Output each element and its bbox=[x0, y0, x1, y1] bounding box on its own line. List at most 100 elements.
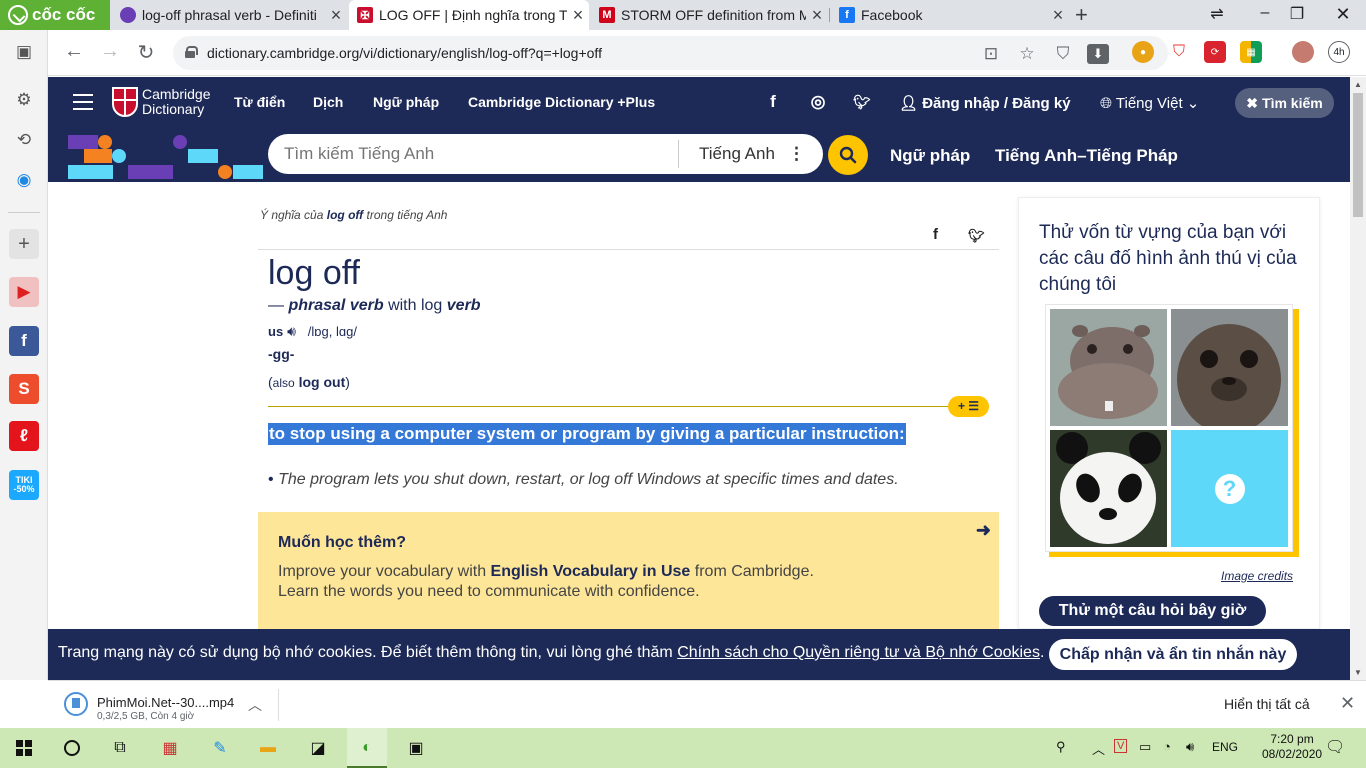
translate-icon[interactable]: ⊡ bbox=[980, 44, 1002, 64]
instagram-icon[interactable]: ◎ bbox=[808, 92, 828, 112]
scroll-up-arrow-icon[interactable]: ▲ bbox=[1354, 80, 1362, 89]
tab-facebook[interactable]: f Facebook × bbox=[831, 0, 1069, 30]
language-selector[interactable]: 🌐︎ Tiếng Việt ⌄ bbox=[1100, 94, 1199, 112]
extension-grid-icon[interactable]: ▦ bbox=[1240, 41, 1262, 63]
extension-chrome-icon[interactable]: ● bbox=[1132, 41, 1154, 63]
cambridge-shield-logo-icon[interactable] bbox=[112, 87, 138, 117]
settings-gear-icon[interactable]: ⚙ bbox=[9, 85, 39, 115]
coccoc-taskbar-icon[interactable]: ◐ bbox=[354, 735, 380, 761]
unikey-icon[interactable]: V bbox=[1114, 739, 1128, 753]
accept-cookies-button[interactable]: Chấp nhận và ẩn tin nhắn này bbox=[1049, 639, 1297, 670]
wifi-icon[interactable]: ◔ bbox=[1163, 739, 1171, 754]
tab-close-icon[interactable]: × bbox=[1047, 5, 1069, 26]
facebook-icon[interactable]: f bbox=[763, 92, 783, 112]
minimize-icon[interactable]: – bbox=[1250, 4, 1280, 22]
windows-start-icon[interactable] bbox=[11, 735, 37, 761]
add-panel-icon[interactable]: + bbox=[9, 229, 39, 259]
share-facebook-icon[interactable]: f bbox=[933, 226, 938, 243]
extension-timer-badge[interactable]: 4h bbox=[1328, 41, 1350, 63]
learn-more-box[interactable]: Muốn học thêm? Improve your vocabulary w… bbox=[258, 512, 999, 629]
share-twitter-icon[interactable]: 🐦︎ bbox=[968, 228, 985, 244]
arrow-right-icon[interactable]: ➜ bbox=[976, 520, 991, 541]
task-view-icon[interactable]: ⧉ bbox=[107, 735, 133, 761]
new-tab-plus-icon[interactable]: + bbox=[1075, 2, 1088, 28]
show-all-downloads-link[interactable]: Hiển thị tất cả bbox=[1224, 696, 1310, 712]
battery-icon[interactable]: ▭ bbox=[1139, 739, 1151, 755]
pos-with[interactable]: with log bbox=[388, 297, 442, 314]
menu-hamburger-icon[interactable] bbox=[73, 94, 93, 110]
extension-red-icon[interactable]: ⟳ bbox=[1204, 41, 1226, 63]
volume-icon[interactable]: 🔊︎ bbox=[1186, 739, 1194, 755]
tab-close-icon[interactable]: × bbox=[567, 5, 589, 26]
sidebar-toggle-icon[interactable]: ▣ bbox=[9, 37, 39, 67]
bookmark-star-icon[interactable]: ☆ bbox=[1016, 44, 1038, 64]
reload-icon[interactable]: ↻ bbox=[133, 40, 159, 65]
try-quiz-button[interactable]: Thử một câu hỏi bây giờ bbox=[1039, 596, 1266, 626]
nav-translate[interactable]: Dịch bbox=[313, 94, 343, 110]
tab-close-icon[interactable]: × bbox=[806, 5, 828, 26]
tray-chevron-up-icon[interactable]: ︿ bbox=[1092, 739, 1105, 758]
taskbar-tool-icon[interactable]: ✎ bbox=[207, 735, 233, 761]
youtube-icon[interactable]: ▶ bbox=[9, 277, 39, 307]
login-link[interactable]: 👤︎ Đăng nhập / Đăng ký bbox=[899, 94, 1071, 112]
quiz-image-hippo[interactable] bbox=[1050, 309, 1167, 426]
facebook-icon[interactable]: f bbox=[9, 326, 39, 356]
privacy-policy-link[interactable]: Chính sách cho Quyền riêng tư và Bộ nhớ … bbox=[677, 644, 1040, 661]
scroll-down-arrow-icon[interactable]: ▼ bbox=[1354, 668, 1362, 677]
search-input[interactable] bbox=[284, 134, 664, 174]
adblock-shield-icon[interactable]: ⛉ bbox=[1168, 41, 1190, 63]
audio-speaker-icon[interactable]: 🔊︎ bbox=[287, 323, 296, 339]
address-bar[interactable]: dictionary.cambridge.org/vi/dictionary/e… bbox=[173, 36, 1168, 70]
site-logo-text[interactable]: Cambridge Dictionary bbox=[142, 87, 210, 117]
back-arrow-icon[interactable]: ← bbox=[61, 40, 87, 63]
tab-storm-off[interactable]: M STORM OFF definition from M × bbox=[591, 0, 828, 30]
tab-log-off-definition[interactable]: log-off phrasal verb - Definiti × bbox=[112, 0, 347, 30]
grammar-link[interactable]: Ngữ pháp bbox=[890, 146, 970, 166]
tab-log-off-cambridge[interactable]: ✠ LOG OFF | Định nghĩa trong T × bbox=[349, 0, 589, 30]
taskbar-app2-icon[interactable]: ▣ bbox=[403, 735, 429, 761]
download-progress-icon[interactable] bbox=[64, 692, 88, 716]
forward-arrow-icon[interactable]: → bbox=[97, 40, 123, 63]
notifications-icon[interactable]: 🗨︎ bbox=[1325, 737, 1345, 757]
page-scrollbar[interactable]: ▲ ▼ bbox=[1350, 77, 1366, 680]
tab-close-icon[interactable]: × bbox=[325, 5, 347, 26]
download-filename[interactable]: PhimMoi.Net--30....mp4 bbox=[97, 695, 234, 710]
file-explorer-icon[interactable]: ▬ bbox=[255, 735, 281, 761]
quiz-image-seal[interactable] bbox=[1171, 309, 1288, 426]
close-window-icon[interactable]: ✕ bbox=[1328, 4, 1358, 25]
twitter-icon[interactable]: 🐦︎ bbox=[852, 94, 872, 111]
tab-search-icon[interactable]: ⇌ bbox=[1202, 4, 1232, 24]
shopee-icon[interactable]: S bbox=[9, 374, 39, 404]
also-word[interactable]: log out bbox=[299, 374, 346, 390]
lazada-icon[interactable]: ℓ bbox=[9, 421, 39, 451]
taskbar-app-icon[interactable]: ▦ bbox=[157, 735, 183, 761]
nav-dictionary[interactable]: Từ điển bbox=[234, 94, 285, 110]
quiz-image-panda[interactable] bbox=[1050, 430, 1167, 547]
profile-avatar[interactable] bbox=[1292, 41, 1314, 63]
system-clock[interactable]: 7:20 pm 08/02/2020 bbox=[1262, 732, 1322, 762]
nav-grammar[interactable]: Ngữ pháp bbox=[373, 94, 439, 110]
scrollbar-thumb[interactable] bbox=[1353, 93, 1363, 217]
header-search-button[interactable]: ✖ Tìm kiếm bbox=[1235, 88, 1334, 118]
add-to-list-button[interactable]: + ☰ bbox=[948, 396, 989, 417]
download-icon[interactable]: ⬇ bbox=[1087, 44, 1109, 64]
url-text[interactable]: dictionary.cambridge.org/vi/dictionary/e… bbox=[207, 45, 602, 61]
quiz-image-grid[interactable]: ? bbox=[1045, 304, 1293, 552]
input-language[interactable]: ENG bbox=[1212, 740, 1238, 754]
search-submit-button[interactable] bbox=[828, 135, 868, 175]
history-icon[interactable]: ⟲ bbox=[9, 125, 39, 155]
sticky-notes-icon[interactable]: ◪ bbox=[305, 735, 331, 761]
coccoc-menu-button[interactable]: cốc cốc bbox=[0, 0, 110, 30]
messenger-icon[interactable]: ◉ bbox=[9, 165, 39, 195]
restore-icon[interactable]: ❐ bbox=[1282, 4, 1312, 24]
english-french-link[interactable]: Tiếng Anh–Tiếng Pháp bbox=[995, 146, 1178, 166]
people-icon[interactable]: ⚲ bbox=[1056, 739, 1066, 755]
shield-icon[interactable]: ⛉ bbox=[1052, 44, 1074, 64]
image-credits-link[interactable]: Image credits bbox=[1221, 569, 1293, 583]
chevron-up-icon[interactable]: ︿ bbox=[248, 695, 262, 715]
quiz-image-question[interactable]: ? bbox=[1171, 430, 1288, 547]
dictionary-selector[interactable]: Tiếng Anh ⋮ bbox=[678, 140, 823, 168]
tiki-icon[interactable]: TIKI -50% bbox=[9, 470, 39, 500]
close-download-bar-icon[interactable]: ✕ bbox=[1340, 693, 1355, 714]
search-circle-icon[interactable] bbox=[59, 735, 85, 761]
